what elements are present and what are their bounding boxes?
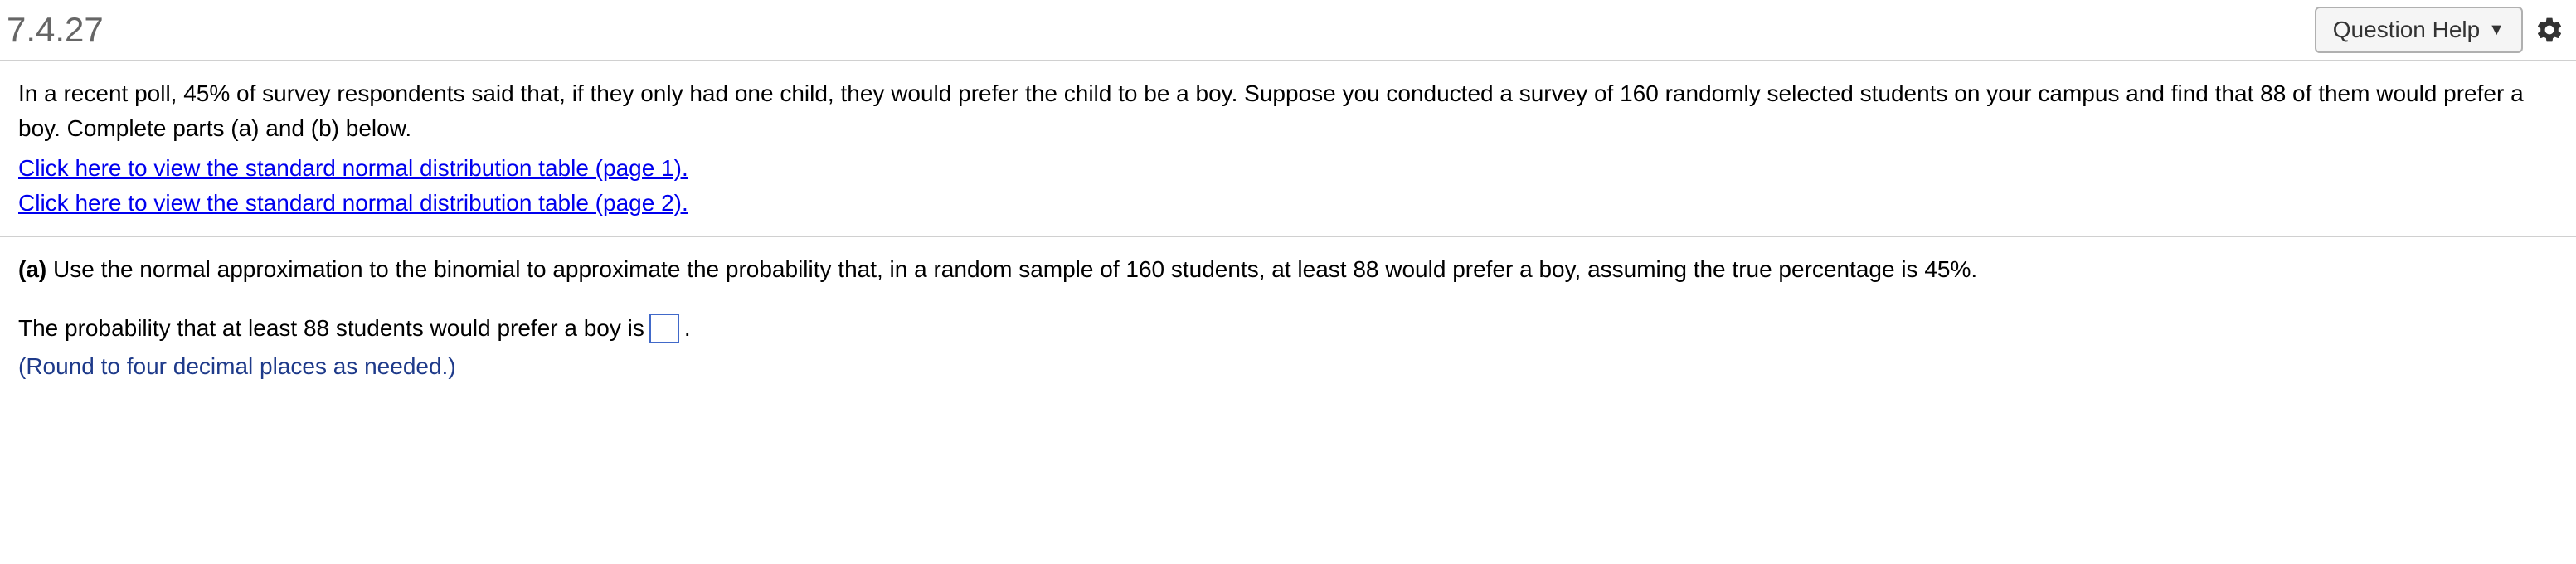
question-help-button[interactable]: Question Help ▼ [2315, 7, 2523, 53]
rounding-hint: (Round to four decimal places as needed.… [18, 349, 2558, 384]
part-a-section: (a) Use the normal approximation to the … [0, 237, 2576, 399]
probability-input[interactable] [649, 314, 679, 343]
header-controls: Question Help ▼ [2315, 7, 2573, 53]
question-header: 7.4.27 Question Help ▼ [0, 0, 2576, 61]
part-a-label: (a) [18, 256, 46, 282]
distribution-table-link-2[interactable]: Click here to view the standard normal d… [18, 186, 2558, 221]
help-button-label: Question Help [2333, 17, 2480, 43]
question-intro-section: In a recent poll, 45% of survey responde… [0, 61, 2576, 237]
question-intro-text: In a recent poll, 45% of survey responde… [18, 76, 2558, 146]
part-a-answer-line: The probability that at least 88 student… [18, 310, 2558, 348]
question-number: 7.4.27 [3, 10, 104, 50]
part-a-prompt: (a) Use the normal approximation to the … [18, 252, 2558, 287]
chevron-down-icon: ▼ [2488, 21, 2505, 40]
answer-prefix-text: The probability that at least 88 student… [18, 310, 644, 348]
distribution-table-link-1[interactable]: Click here to view the standard normal d… [18, 151, 2558, 186]
answer-suffix-text: . [684, 310, 691, 348]
gear-icon[interactable] [2533, 13, 2566, 46]
part-a-prompt-text: Use the normal approximation to the bino… [46, 256, 1977, 282]
